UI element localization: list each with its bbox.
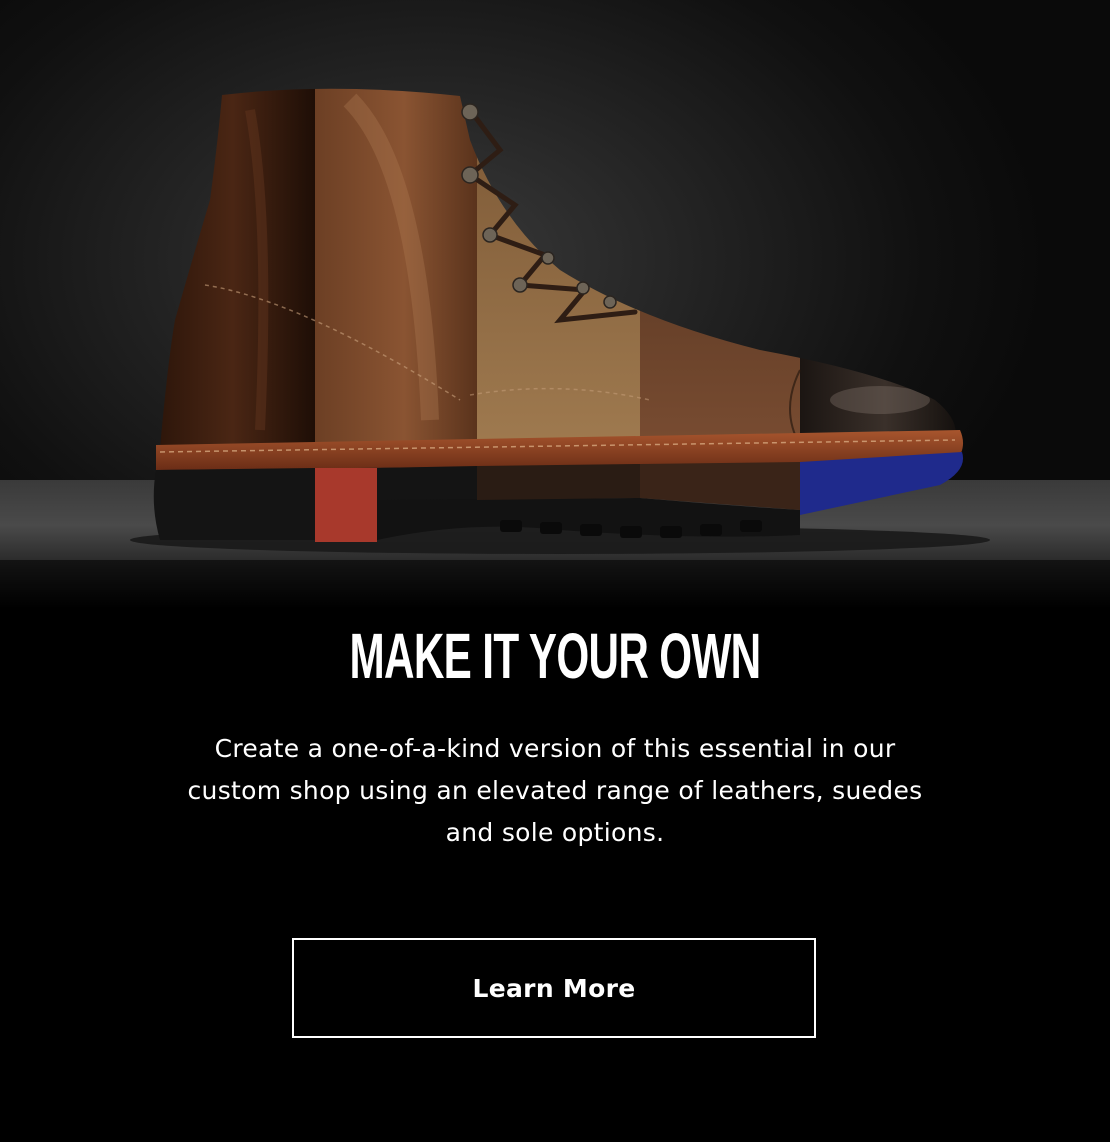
body-copy: Create a one-of-a-kind version of this e… bbox=[187, 734, 923, 847]
learn-more-button[interactable]: Learn More bbox=[292, 938, 816, 1038]
headline: MAKE IT YOUR OWN bbox=[349, 620, 761, 692]
custom-shop-promo: MAKE IT YOUR OWN Create a one-of-a-kind … bbox=[0, 0, 1110, 1142]
custom-boot-image bbox=[0, 0, 1110, 610]
boot-illustration bbox=[0, 88, 1110, 610]
